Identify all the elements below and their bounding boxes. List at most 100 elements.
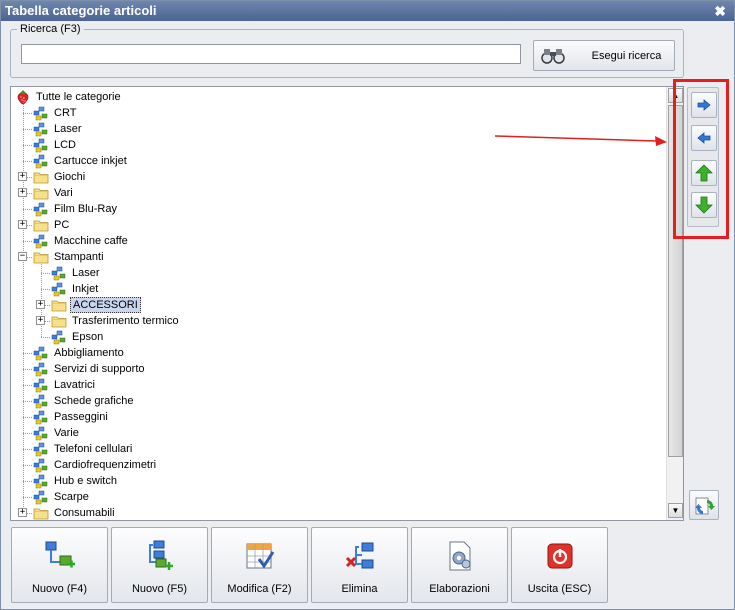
category-icon <box>33 442 48 457</box>
folder-icon <box>33 172 49 184</box>
category-icon <box>51 330 66 345</box>
tree-viewport: Tutte le categorie CRT Laser LCD Cartucce i… <box>11 87 666 520</box>
expand-icon[interactable]: + <box>18 508 27 517</box>
modifica-f2-button[interactable]: Modifica (F2) <box>211 527 308 603</box>
expand-icon[interactable]: + <box>36 316 45 325</box>
tree-guide-line <box>23 161 32 162</box>
tree-item-label: Inkjet <box>72 283 99 295</box>
window-title: Tabella categorie articoli <box>5 3 157 18</box>
folder-icon <box>33 220 49 232</box>
category-icon <box>51 282 66 297</box>
edit-icon <box>246 543 275 569</box>
category-icon <box>33 378 48 393</box>
tree-guide-line <box>41 273 50 274</box>
expand-icon[interactable]: + <box>18 220 27 229</box>
expand-icon[interactable]: + <box>36 300 45 309</box>
tree-item-label: Film Blu-Ray <box>54 203 117 215</box>
highlight-annotation-box <box>673 79 729 239</box>
tree-guide-line <box>23 241 32 242</box>
category-icon <box>33 362 48 377</box>
action-toolbar: Nuovo (F4) Nuovo (F5) Modifica (F2) Elimina… <box>11 527 611 603</box>
tree-item-label: Servizi di supporto <box>54 363 145 375</box>
tree-item-label: Cartucce inkjet <box>54 155 127 167</box>
nuovo-f4-button[interactable]: Nuovo (F4) <box>11 527 108 603</box>
category-icon <box>33 234 48 249</box>
exit-icon <box>547 543 573 569</box>
binoculars-icon <box>541 49 565 64</box>
refresh-button[interactable] <box>689 490 719 520</box>
nuovo-f5-button[interactable]: Nuovo (F5) <box>111 527 208 603</box>
category-icon <box>33 346 48 361</box>
category-icon <box>33 202 48 217</box>
tree-item-label: Epson <box>72 331 104 343</box>
tree-guide-line <box>23 129 32 130</box>
tree-guide-line <box>23 113 32 114</box>
tree-guide-line <box>23 353 32 354</box>
search-input[interactable] <box>21 44 521 64</box>
tree-guide-line <box>23 145 32 146</box>
collapse-icon[interactable]: − <box>18 252 27 261</box>
category-icon <box>51 266 66 281</box>
tree-guide-line <box>23 369 32 370</box>
tree-guide-line <box>41 289 50 290</box>
expand-icon[interactable]: + <box>18 188 27 197</box>
scroll-down-button[interactable]: ▼ <box>668 503 683 518</box>
tree-item-label: Lavatrici <box>54 379 95 391</box>
tree-guide-line <box>41 337 50 338</box>
folder-icon <box>51 316 67 328</box>
nuovo-f5-label: Nuovo (F5) <box>131 583 188 595</box>
tree-item-label: ACCESSORI <box>70 297 141 313</box>
category-icon <box>33 410 48 425</box>
elaborazioni-label: Elaborazioni <box>429 583 490 595</box>
tree-guide-line <box>23 385 32 386</box>
elimina-label: Elimina <box>341 583 378 595</box>
tree-item-label: Vari <box>54 187 73 199</box>
new-sibling-icon <box>45 541 75 568</box>
categories-window: Tabella categorie articoli ✖ Ricerca (F3… <box>0 0 735 610</box>
tree-item-label: PC <box>54 219 70 231</box>
delete-icon <box>345 542 374 569</box>
tree-guide-line <box>41 257 42 337</box>
category-icon <box>33 138 48 153</box>
tree-guide-line <box>23 433 32 434</box>
tree-root-label: Tutte le categorie <box>36 91 121 103</box>
tree-item-label: Laser <box>54 123 82 135</box>
category-tree[interactable]: Tutte le categorie CRT Laser LCD Cartucce i… <box>10 86 684 521</box>
tree-item-label: Macchine caffe <box>54 235 128 247</box>
tree-item-label: LCD <box>54 139 77 151</box>
expand-icon[interactable]: + <box>18 172 27 181</box>
nuovo-f4-label: Nuovo (F4) <box>31 583 88 595</box>
elaborazioni-button[interactable]: Elaborazioni <box>411 527 508 603</box>
search-button[interactable]: Esegui ricerca <box>533 40 675 71</box>
new-child-icon <box>149 540 173 570</box>
tree-guide-line <box>23 209 32 210</box>
tree-item-label: Stampanti <box>54 251 104 263</box>
close-icon[interactable]: ✖ <box>714 1 726 21</box>
folder-icon <box>33 188 49 200</box>
category-icon <box>33 122 48 137</box>
tree-item-label: CRT <box>54 107 77 119</box>
tree-guide-line <box>23 449 32 450</box>
folder-icon <box>33 508 49 520</box>
category-icon <box>33 154 48 169</box>
tree-guide-line <box>23 401 32 402</box>
category-icon <box>33 490 48 505</box>
tree-item-label: Schede grafiche <box>54 395 134 407</box>
category-icon <box>33 394 48 409</box>
category-icon <box>33 458 48 473</box>
folder-icon <box>51 300 67 312</box>
modifica-f2-label: Modifica (F2) <box>227 583 292 595</box>
title-bar: Tabella categorie articoli ✖ <box>1 1 734 21</box>
tree-item-label: Giochi <box>54 171 86 183</box>
search-group: Ricerca (F3) Esegui ricerca <box>10 23 684 78</box>
uscita-esc-button[interactable]: Uscita (ESC) <box>511 527 608 603</box>
annotation-arrow <box>494 135 667 146</box>
tree-item-label: Telefoni cellulari <box>54 443 133 455</box>
tree-item-label: Abbigliamento <box>54 347 124 359</box>
tree-item-label: Scarpe <box>54 491 89 503</box>
tree-item-label: Varie <box>54 427 79 439</box>
elimina-button[interactable]: Elimina <box>311 527 408 603</box>
tree-guide-line <box>23 497 32 498</box>
category-icon <box>33 426 48 441</box>
search-button-label: Esegui ricerca <box>591 50 662 62</box>
